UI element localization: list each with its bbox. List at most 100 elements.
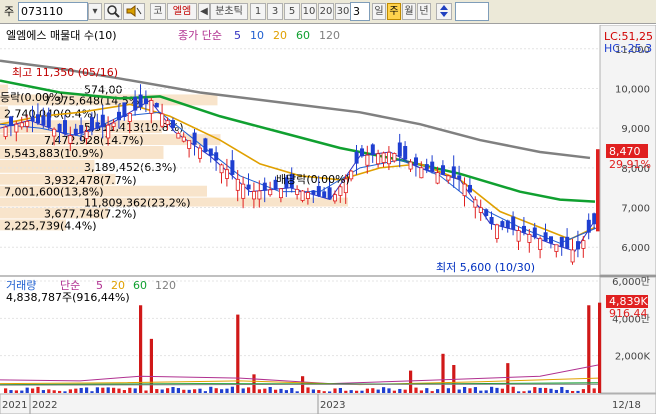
ref-price: 29.91%: [609, 158, 651, 171]
candle-body: [8, 116, 13, 127]
candle-body: [138, 94, 143, 108]
volume-bar: [571, 391, 575, 393]
candle-body: [511, 216, 516, 230]
candle-body: [484, 209, 489, 216]
tick-button[interactable]: 분초틱: [210, 3, 248, 20]
volume-bar: [41, 390, 45, 393]
volume-bar: [85, 387, 89, 393]
candle-body: [365, 154, 370, 166]
candle-body: [154, 103, 159, 108]
candle-body: [478, 207, 483, 213]
volume-bar: [495, 387, 499, 393]
volume-bar: [295, 391, 299, 393]
ma-legend-60: 60: [296, 29, 310, 42]
candle-body: [165, 120, 170, 125]
volume-bar: [436, 389, 440, 393]
volume-bar: [101, 387, 105, 393]
candle-body: [527, 234, 532, 243]
volume-bar: [193, 389, 197, 393]
volume-bar: [479, 390, 483, 393]
volume-bar: [9, 390, 13, 393]
candle-body: [424, 164, 429, 170]
current-price: 8,470: [609, 145, 641, 158]
volume-bar: [565, 389, 569, 393]
extra-input[interactable]: [455, 2, 489, 21]
month-tab[interactable]: 월: [402, 3, 416, 20]
volume-bar: [360, 390, 364, 393]
volume-bar: [538, 387, 542, 393]
volume-profile-label: 7,001,600(13,8%): [4, 186, 104, 199]
name-button[interactable]: 엘엠: [167, 3, 197, 20]
candle-body: [570, 249, 575, 263]
candle-body: [554, 244, 559, 252]
volume-bar: [182, 389, 186, 393]
candle-body: [208, 148, 213, 156]
candle-body: [592, 213, 597, 225]
fall-annotation-2: 배당락(0.00%): [276, 173, 350, 186]
volume-bar: [90, 391, 94, 393]
latest-candle: [596, 149, 600, 232]
candle-body: [549, 236, 554, 244]
candle-body: [532, 227, 537, 237]
volume-bar: [533, 387, 537, 393]
count-select[interactable]: 3: [350, 2, 370, 21]
volume-bar: [284, 390, 288, 393]
code-dropdown-button[interactable]: ▾: [88, 3, 102, 20]
candle-body: [435, 172, 440, 184]
candle-body: [473, 199, 478, 208]
day-tab[interactable]: 일: [372, 3, 386, 20]
prev-button[interactable]: ◀: [198, 3, 210, 20]
stock-code-input[interactable]: 073110: [18, 2, 88, 21]
volume-bar: [430, 391, 434, 393]
volume-bar: [441, 353, 445, 393]
candle-body: [576, 241, 581, 250]
volume-bar: [106, 387, 110, 393]
period-button-10[interactable]: 10: [301, 3, 317, 20]
volume-ma-legend-120: 120: [155, 279, 176, 292]
week-tab[interactable]: 주: [387, 3, 401, 20]
period-button-30[interactable]: 30: [335, 3, 351, 20]
x-label-end: 12/18: [612, 400, 641, 411]
volume-bar: [144, 390, 148, 393]
check-button[interactable]: 코: [150, 3, 166, 20]
stock-chart[interactable]: 2,225,739(4.4%)3,677,748(7.2%)11,809,362…: [0, 25, 656, 414]
period-button-1[interactable]: 1: [250, 3, 266, 20]
candle-body: [565, 236, 570, 249]
volume-bar: [58, 390, 62, 393]
candle-body: [505, 220, 510, 229]
period-button-3[interactable]: 3: [267, 3, 283, 20]
candle-body: [36, 114, 41, 124]
candle-body: [370, 144, 375, 155]
volume-bar: [549, 388, 553, 393]
year-tab[interactable]: 년: [417, 3, 431, 20]
period-button-5[interactable]: 5: [284, 3, 300, 20]
volume-profile-label: 2,225,739(4.4%): [4, 219, 97, 232]
volume-bar: [592, 388, 596, 393]
volume-ma-legend-60: 60: [133, 279, 147, 292]
candle-body: [332, 194, 337, 202]
volume-bar: [506, 363, 510, 393]
magnifier-icon[interactable]: [104, 3, 122, 20]
volume-bar: [209, 386, 213, 393]
candle-body: [149, 100, 154, 114]
volume-bar: [290, 388, 294, 393]
candle-body: [349, 170, 354, 180]
updown-arrow-icon[interactable]: [436, 3, 452, 20]
volume-bar: [20, 390, 24, 393]
candle-body: [451, 166, 456, 178]
low-annotation: 최저 5,600 (10/30): [436, 261, 535, 274]
current-ratio: 916.44: [609, 307, 648, 320]
candle-body: [230, 160, 235, 175]
volume-bar: [371, 388, 375, 393]
period-button-20[interactable]: 20: [318, 3, 334, 20]
volume-profile-label: 3,932,478(7.7%): [44, 174, 137, 187]
volume-bar: [311, 389, 315, 393]
speaker-icon[interactable]: [123, 3, 145, 20]
menu-label[interactable]: 주: [1, 2, 17, 21]
volume-bar: [263, 388, 267, 393]
price-tick: 6,000: [621, 243, 650, 254]
volume-bar: [247, 387, 251, 393]
candle-body: [143, 98, 148, 105]
volume-bar: [576, 390, 580, 393]
candle-body: [338, 186, 343, 196]
